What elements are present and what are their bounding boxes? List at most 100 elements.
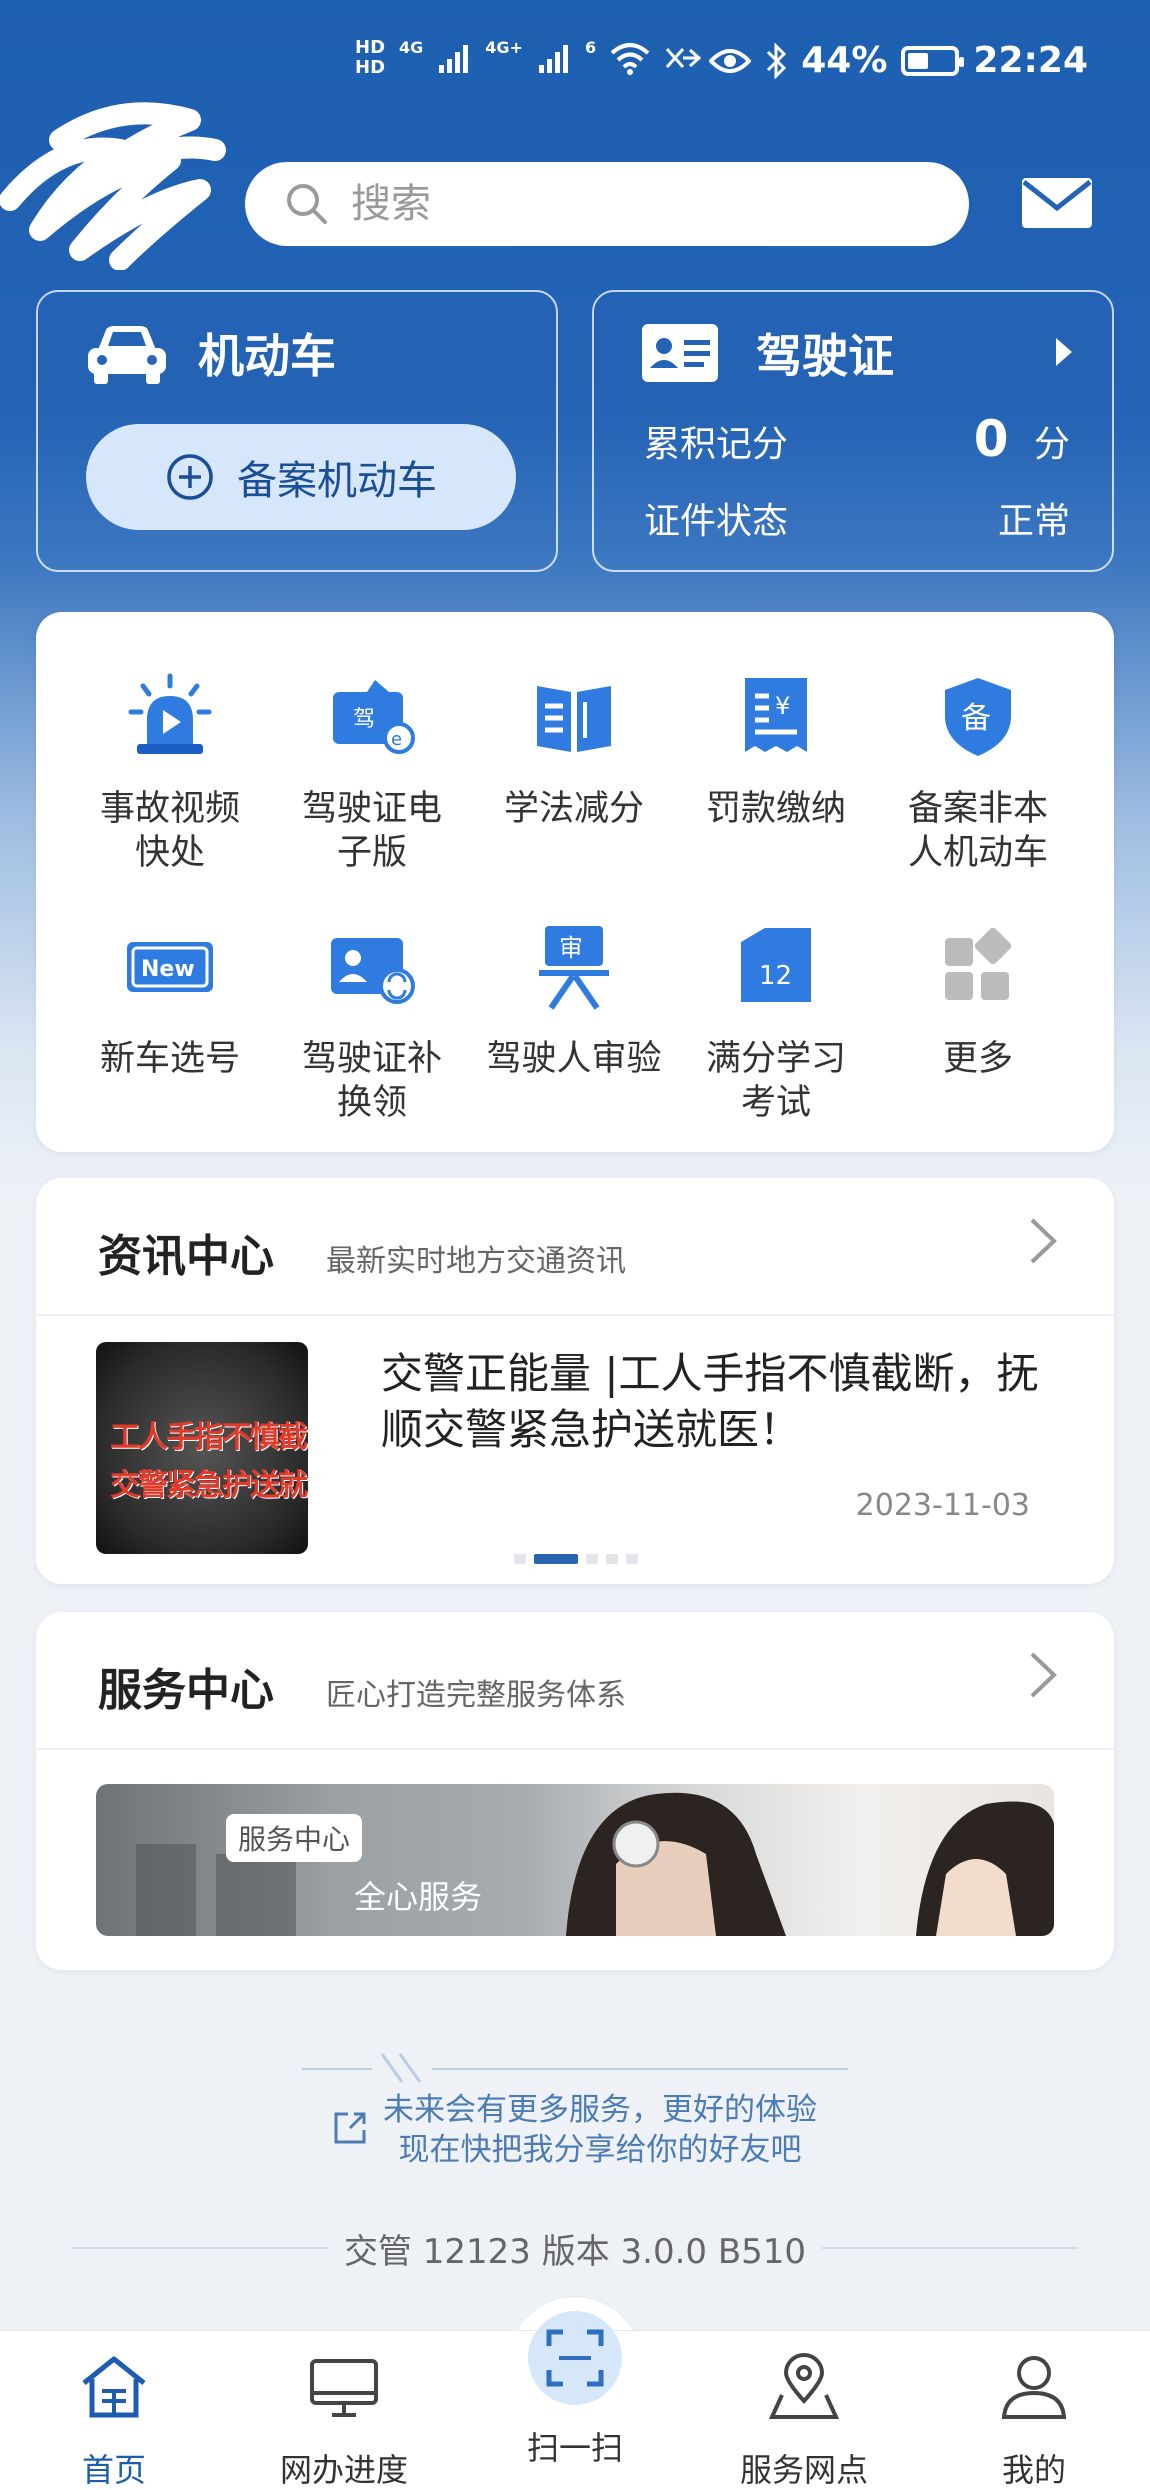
bottom-tab-bar: 首页 网办进度 扫一扫 服务网点 我的 — [0, 2311, 1150, 2490]
more-grid-icon — [945, 927, 1012, 1000]
menu-license-exchange[interactable]: 驾驶证补换领 — [272, 922, 472, 1125]
menu-label: 事故视频快处 — [99, 789, 240, 873]
menu-study-reduce-points[interactable]: 学法减分 — [474, 672, 674, 831]
thumb-line-2: 交警紧急护送就医 — [110, 1468, 308, 1503]
service-header[interactable]: 服务中心 匠心打造完整服务体系 — [98, 1654, 626, 1718]
signal-bars-2-icon — [538, 45, 568, 73]
service-subtitle: 匠心打造完整服务体系 — [326, 1678, 626, 1713]
vehicle-card[interactable]: 机动车 备案机动车 — [36, 290, 558, 572]
menu-driver-review[interactable]: 审 驾驶人审验 — [474, 922, 674, 1081]
svg-text:¥: ¥ — [775, 692, 790, 720]
svg-text:e: e — [391, 729, 402, 750]
quick-menu: 事故视频快处 驾 e 驾驶证电子版 学法减分 ¥ 罚款缴纳 备 备案非本人机动车… — [36, 612, 1114, 1152]
svg-text:备: 备 — [961, 701, 991, 736]
double-slash-icon — [380, 2053, 422, 2083]
tab-label: 网办进度 — [279, 2451, 408, 2489]
monitor-icon — [310, 2359, 378, 2417]
news-headline[interactable]: 交警正能量 |工人手指不慎截断，抚顺交警紧急护送就医！ — [381, 1346, 1071, 1458]
alarm-light-icon — [128, 673, 212, 754]
chevron-right-icon[interactable] — [1054, 336, 1074, 368]
hd2-label: HD — [355, 57, 386, 78]
divider — [822, 2247, 1078, 2249]
menu-pay-fines[interactable]: ¥ 罚款缴纳 — [676, 672, 876, 831]
register-vehicle-button[interactable]: 备案机动车 — [86, 424, 516, 530]
chevron-right-icon[interactable] — [1028, 1650, 1058, 1700]
id-exchange-icon — [331, 938, 415, 1004]
avatar-scribble[interactable] — [0, 80, 230, 270]
divider — [302, 2068, 372, 2070]
tab-label: 扫一扫 — [526, 2429, 623, 2467]
svg-text:驾: 驾 — [353, 707, 375, 732]
news-date: 2023-11-03 — [855, 1488, 1030, 1523]
calendar-12-icon: 12 — [741, 928, 811, 1002]
menu-label: 罚款缴纳 — [705, 789, 846, 829]
bluetooth-icon — [767, 42, 787, 79]
news-header[interactable]: 资讯中心 最新实时地方交通资讯 — [98, 1220, 626, 1284]
chevron-right-icon[interactable] — [1028, 1216, 1058, 1266]
menu-more[interactable]: 更多 — [878, 922, 1078, 1081]
news-subtitle: 最新实时地方交通资讯 — [326, 1244, 626, 1279]
license-status-value: 正常 — [997, 501, 1070, 542]
status-right: 44% 22:24 — [709, 40, 1088, 81]
e-license-icon: 驾 e — [333, 680, 415, 754]
svg-text:New: New — [141, 957, 195, 982]
search-input[interactable] — [351, 181, 851, 227]
vehicle-card-title: 机动车 — [198, 329, 336, 383]
svg-text:12: 12 — [759, 961, 792, 991]
book-icon — [537, 686, 611, 752]
carousel-dot — [606, 1554, 618, 1564]
license-status-label: 证件状态 — [644, 501, 789, 542]
service-badge: 服务中心 — [226, 1814, 363, 1862]
tab-progress[interactable]: 网办进度 — [254, 2351, 434, 2490]
review-stand-icon: 审 — [539, 926, 609, 1010]
menu-e-license[interactable]: 驾 e 驾驶证电子版 — [272, 672, 472, 875]
new-plate-icon: New — [127, 942, 213, 992]
tab-scan[interactable]: 扫一扫 — [485, 2311, 665, 2469]
menu-label: 学法减分 — [503, 789, 644, 829]
menu-new-plate[interactable]: New 新车选号 — [70, 922, 270, 1081]
divider — [432, 2068, 848, 2070]
tab-label: 我的 — [1001, 2451, 1066, 2489]
scan-button[interactable] — [528, 2311, 622, 2405]
carousel-dot-active — [534, 1554, 578, 1564]
svg-text:审: 审 — [559, 934, 583, 962]
service-banner-text: 全心服务 — [354, 1878, 483, 1916]
news-title: 资讯中心 — [98, 1231, 274, 1282]
plus-circle-icon — [167, 454, 213, 500]
menu-register-others-vehicle[interactable]: 备 备案非本人机动车 — [878, 672, 1078, 875]
share-line-2[interactable]: 现在快把我分享给你的好友吧 — [0, 2126, 1150, 2174]
nfc-icon — [665, 48, 702, 68]
shield-icon: 备 — [945, 678, 1011, 756]
divider — [36, 1314, 1114, 1316]
search-bar[interactable] — [245, 162, 969, 246]
clock: 22:24 — [973, 40, 1088, 81]
scan-icon — [546, 2329, 604, 2387]
points-label: 累积记分 — [644, 424, 789, 465]
carousel-dot — [586, 1554, 598, 1564]
carousel-dot — [626, 1554, 638, 1564]
menu-label: 驾驶人审验 — [486, 1039, 662, 1079]
tab-mine[interactable]: 我的 — [944, 2351, 1124, 2490]
menu-full-score-exam[interactable]: 12 满分学习考试 — [676, 922, 876, 1125]
divider — [36, 1748, 1114, 1750]
menu-label: 新车选号 — [99, 1039, 240, 1079]
battery-icon — [901, 45, 965, 76]
service-banner[interactable]: 服务中心 全心服务 — [96, 1784, 1054, 1936]
menu-accident-video[interactable]: 事故视频快处 — [70, 672, 270, 875]
menu-label: 更多 — [942, 1039, 1013, 1079]
eye-icon — [709, 48, 752, 73]
receipt-yen-icon: ¥ — [745, 678, 807, 752]
mail-icon[interactable] — [1020, 172, 1094, 232]
user-icon — [1001, 2356, 1067, 2419]
license-card[interactable]: 驾驶证 累积记分 0 分 证件状态 正常 — [592, 290, 1114, 572]
tab-service-points[interactable]: 服务网点 — [714, 2351, 894, 2490]
carousel-dot — [514, 1554, 526, 1564]
tab-home[interactable]: 首页 — [24, 2351, 204, 2490]
points-unit: 分 — [1033, 424, 1070, 465]
thumb-line-1: 工人手指不慎截断 — [110, 1420, 308, 1455]
carousel-indicator — [514, 1554, 638, 1564]
register-vehicle-label: 备案机动车 — [237, 458, 437, 504]
news-thumbnail[interactable]: 工人手指不慎截断 交警紧急护送就医 — [96, 1342, 308, 1554]
service-section: 服务中心 匠心打造完整服务体系 服务中心 全心服务 — [36, 1612, 1114, 1970]
network-1-label: 4G — [399, 38, 424, 57]
